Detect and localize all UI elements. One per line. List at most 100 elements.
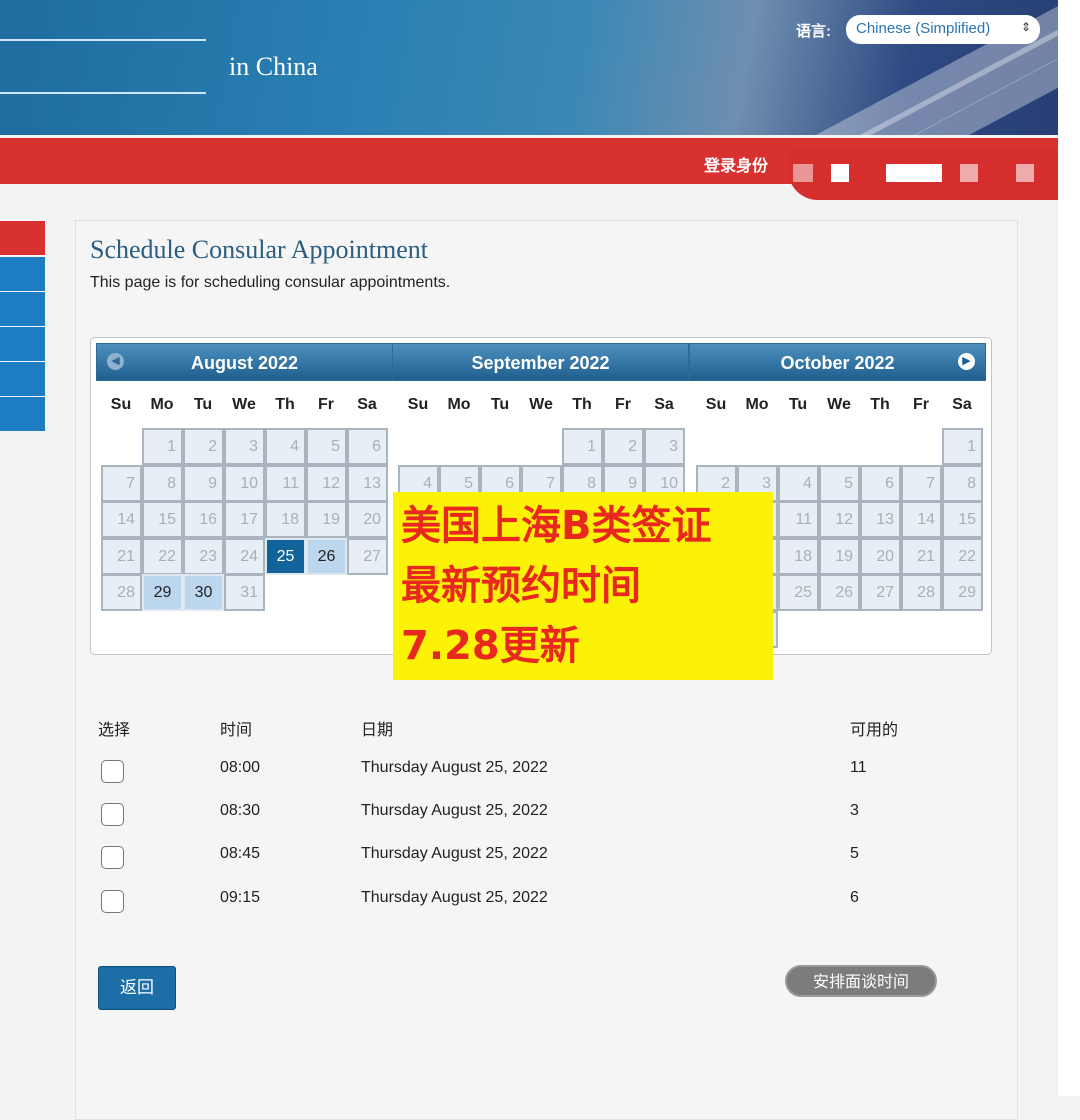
- weekday-label: Fr: [318, 396, 334, 413]
- day-cell: 19: [306, 501, 347, 538]
- weekday-label: Tu: [193, 396, 213, 413]
- sidebar-tab[interactable]: [0, 257, 45, 291]
- day-cell: 1: [942, 428, 983, 465]
- chevron-updown-icon: ⇕: [1020, 20, 1031, 34]
- select-checkbox[interactable]: [101, 803, 124, 826]
- day-cell: 13: [347, 464, 388, 502]
- day-cell: 21: [101, 537, 142, 575]
- page-subtitle: This page is for scheduling consular app…: [90, 274, 451, 291]
- day-cell-selected[interactable]: 25: [265, 537, 306, 575]
- day-cell: 15: [942, 501, 983, 538]
- weekday-label: We: [827, 396, 851, 413]
- header-select: 选择: [98, 722, 131, 739]
- cell-time: 08:00: [220, 759, 261, 776]
- day-cell: 22: [142, 537, 183, 575]
- cell-available: 3: [850, 802, 859, 819]
- chevron-left-icon[interactable]: ◀: [107, 353, 124, 370]
- day-cell: 12: [819, 501, 860, 538]
- day-cell: 26: [819, 574, 860, 611]
- day-cell: 11: [265, 464, 306, 502]
- day-cell: 14: [901, 501, 942, 538]
- weekday-label: Mo: [745, 396, 769, 413]
- day-cell: 11: [778, 501, 819, 538]
- month-header: October 2022: [689, 343, 986, 381]
- header-available: 可用的: [850, 722, 899, 739]
- day-cell: 27: [347, 537, 388, 575]
- day-cell: 16: [183, 501, 224, 538]
- select-checkbox[interactable]: [101, 846, 124, 869]
- site-header: in China 语言: Chinese (Simplified) ⇕: [0, 0, 1058, 135]
- cell-available: 6: [850, 889, 859, 906]
- day-cell-available[interactable]: 30: [183, 574, 224, 611]
- promo-overlay: 美国上海B类签证 最新预约时间 7.28更新: [393, 492, 773, 680]
- redacted-username: [886, 164, 942, 182]
- weekday-label: Fr: [615, 396, 631, 413]
- select-checkbox[interactable]: [101, 760, 124, 783]
- page-title: Schedule Consular Appointment: [90, 235, 428, 264]
- weekday-label: Sa: [357, 396, 377, 413]
- weekday-label: We: [232, 396, 256, 413]
- month-header: August 2022: [96, 343, 393, 381]
- sidebar-tab[interactable]: [0, 397, 45, 431]
- sidebar-tab[interactable]: [0, 292, 45, 326]
- language-label: 语言:: [796, 23, 831, 40]
- day-cell: 2: [183, 428, 224, 465]
- day-cell: 3: [224, 428, 265, 465]
- day-cell: 9: [183, 464, 224, 502]
- sidebar-tab[interactable]: [0, 327, 45, 361]
- cell-time: 08:45: [220, 845, 261, 862]
- day-cell: 18: [778, 537, 819, 575]
- overlay-line: 7.28更新: [401, 623, 580, 669]
- day-cell: 7: [901, 464, 942, 502]
- day-cell: 2: [603, 428, 644, 465]
- language-select[interactable]: Chinese (Simplified) ⇕: [846, 15, 1040, 44]
- day-cell: 10: [224, 464, 265, 502]
- cell-date: Thursday August 25, 2022: [361, 845, 548, 862]
- weekday-label: Su: [705, 396, 727, 413]
- redacted-username: [1016, 164, 1034, 182]
- day-cell-available[interactable]: 29: [142, 574, 183, 611]
- day-cell: 15: [142, 501, 183, 538]
- day-cell: 12: [306, 464, 347, 502]
- day-cell: 13: [860, 501, 901, 538]
- weekday-label: Sa: [952, 396, 972, 413]
- redacted-username: [960, 164, 978, 182]
- day-cell-available[interactable]: 26: [306, 537, 347, 575]
- day-cell: 20: [347, 501, 388, 538]
- cell-date: Thursday August 25, 2022: [361, 889, 548, 906]
- back-button[interactable]: 返回: [98, 966, 176, 1010]
- weekday-label: Tu: [788, 396, 808, 413]
- cell-date: Thursday August 25, 2022: [361, 759, 548, 776]
- day-cell: 31: [224, 574, 265, 611]
- weekday-label: Tu: [490, 396, 510, 413]
- day-cell: 28: [101, 574, 142, 611]
- day-cell: 7: [101, 464, 142, 502]
- weekday-label: Mo: [150, 396, 174, 413]
- overlay-line: 最新预约时间: [401, 563, 641, 609]
- header-time: 时间: [220, 722, 253, 739]
- chevron-right-icon[interactable]: ▶: [958, 353, 975, 370]
- cell-time: 08:30: [220, 802, 261, 819]
- weekday-label: Mo: [447, 396, 471, 413]
- day-cell: 24: [224, 537, 265, 575]
- schedule-interview-button[interactable]: 安排面谈时间: [785, 965, 937, 997]
- cell-time: 09:15: [220, 889, 261, 906]
- redacted-username: [831, 164, 849, 182]
- weekday-label: Sa: [654, 396, 674, 413]
- sidebar-tab-active[interactable]: [0, 221, 45, 255]
- day-cell: 23: [183, 537, 224, 575]
- weekday-label: Fr: [913, 396, 929, 413]
- weekday-label: Th: [870, 396, 890, 413]
- site-title: in China: [229, 52, 318, 81]
- weekday-label: Su: [407, 396, 429, 413]
- scrollbar[interactable]: [1058, 0, 1080, 1096]
- day-cell: 27: [860, 574, 901, 611]
- day-cell: 19: [819, 537, 860, 575]
- day-cell: 1: [562, 428, 603, 465]
- day-cell: 8: [942, 464, 983, 502]
- day-cell: 5: [819, 464, 860, 502]
- redacted-username: [793, 164, 813, 182]
- sidebar-tab[interactable]: [0, 362, 45, 396]
- select-checkbox[interactable]: [101, 890, 124, 913]
- day-cell: 18: [265, 501, 306, 538]
